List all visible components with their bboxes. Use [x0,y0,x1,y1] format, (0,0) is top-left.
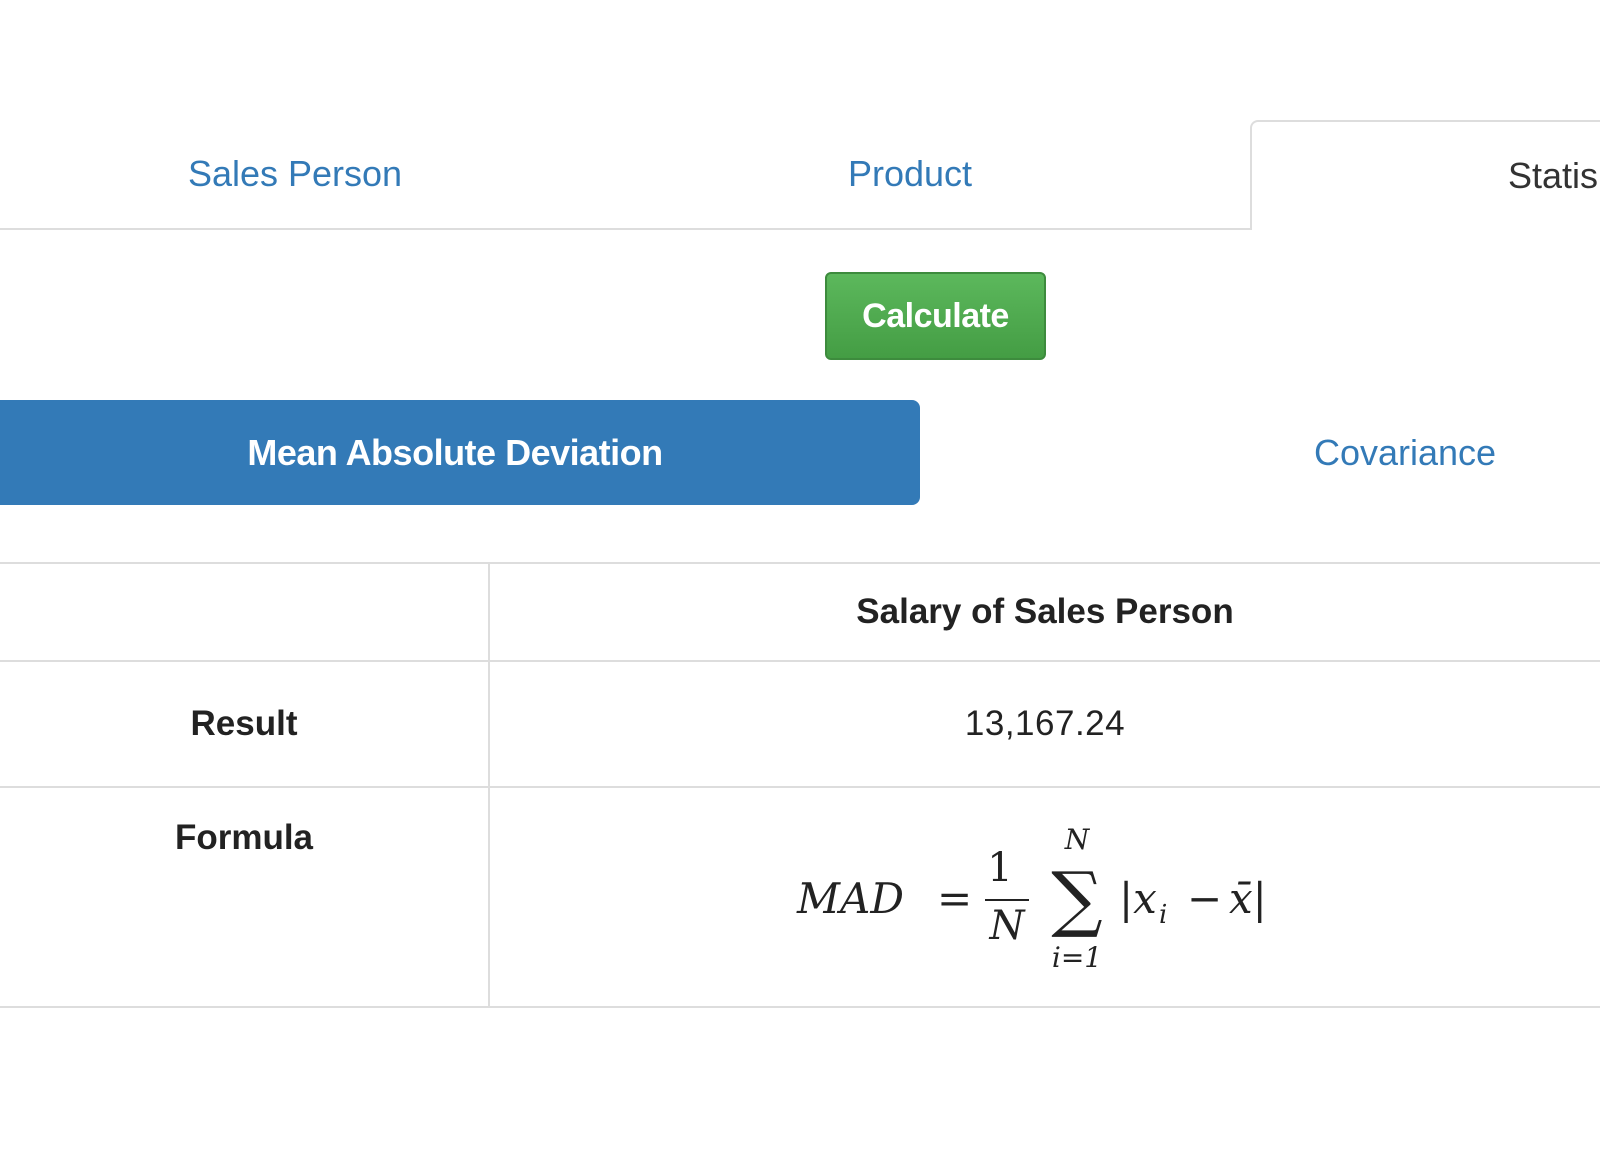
page: Sales Person Product Statis Calculate Me… [0,0,1600,1156]
column-header-salary: Salary of Sales Person [489,562,1600,662]
formula-equals: = [937,874,972,923]
calculate-button[interactable]: Calculate [825,272,1046,360]
result-value: 13,167.24 [964,704,1126,743]
result-value-cell: 13,167.24 [489,660,1600,788]
tab-product[interactable]: Product [600,120,1220,228]
formula-minus: − [1187,874,1222,923]
sum-upper-limit: N [1064,823,1091,856]
tabs-divider [0,228,1250,230]
table-row-formula: Formula MAD = 1 N N ∑ i=1 |x i − x̄| [0,786,1600,1008]
formula-denominator: N [989,903,1027,949]
formula-numerator: 1 [987,845,1012,891]
tab-statistics[interactable]: Statis [1250,120,1600,230]
table-row-result: Result 13,167.24 [0,660,1600,788]
main-tabs: Sales Person Product Statis [0,120,1600,230]
mad-formula: MAD = 1 N N ∑ i=1 |x i − x̄| [796,823,1267,974]
sum-symbol: ∑ [1051,856,1102,940]
formula-lhs: MAD [796,874,904,923]
pill-mean-absolute-deviation[interactable]: Mean Absolute Deviation [0,400,920,505]
table-header-empty-cell [0,562,490,662]
pill-covariance[interactable]: Covariance [930,400,1600,505]
formula-term: |x [1119,874,1157,923]
formula-cell: MAD = 1 N N ∑ i=1 |x i − x̄| [489,786,1600,1008]
tab-sales-person[interactable]: Sales Person [0,120,590,228]
sum-lower-limit: i=1 [1052,941,1102,974]
formula-label: Formula [0,786,490,1008]
table-header-row: Salary of Sales Person [0,562,1600,662]
fraction-bar [985,898,1029,901]
results-table: Salary of Sales Person Result 13,167.24 … [0,562,1600,1008]
result-label: Result [0,660,490,788]
formula-xbar: x̄| [1229,874,1267,923]
formula-term-subscript: i [1159,900,1167,930]
